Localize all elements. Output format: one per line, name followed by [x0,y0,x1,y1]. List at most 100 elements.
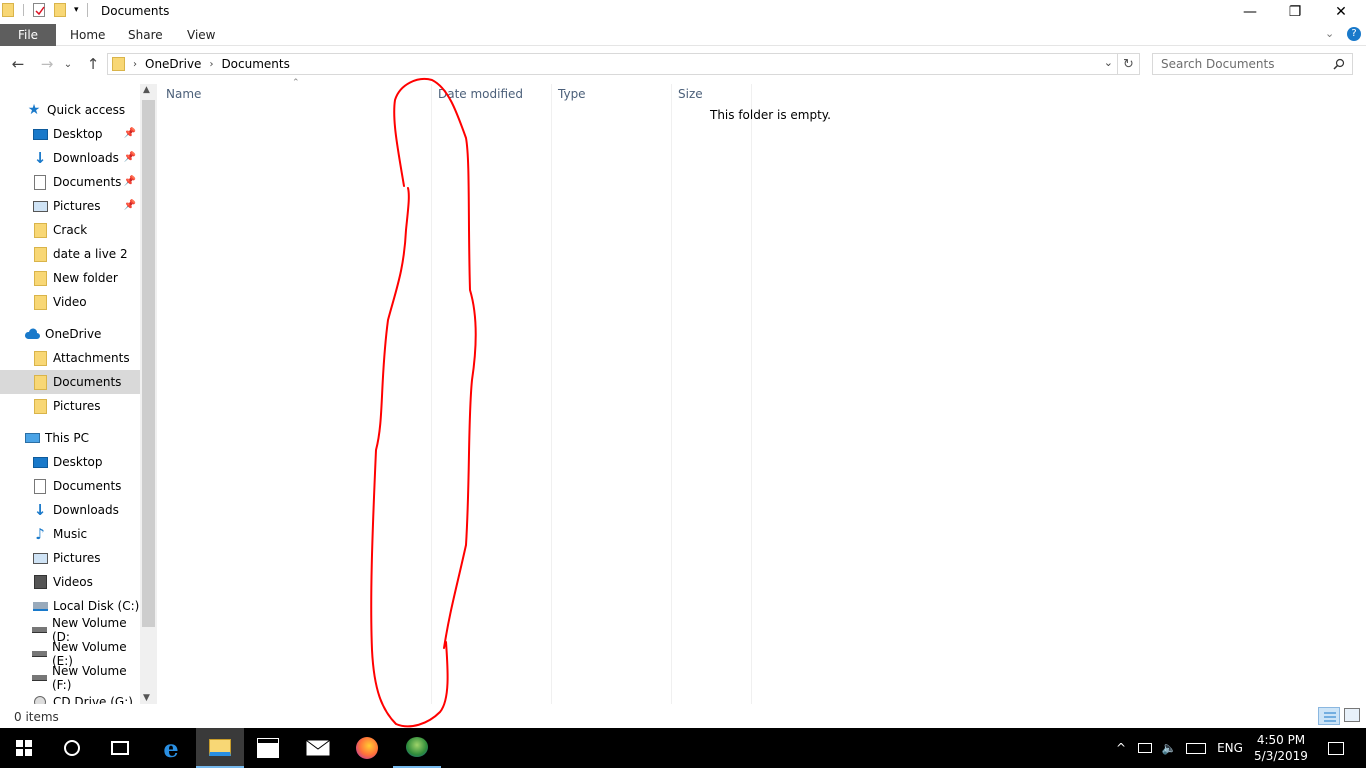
search-button[interactable] [48,728,96,768]
folder-icon[interactable] [2,3,14,17]
pin-icon[interactable]: 📌 [124,176,136,187]
folder-icon [32,222,48,238]
breadcrumb-onedrive[interactable]: OneDrive [145,57,201,71]
tab-home[interactable]: Home [70,24,105,46]
column-divider[interactable] [751,84,752,704]
breadcrumb-documents[interactable]: Documents [221,57,289,71]
taskbar-firefox[interactable] [343,728,391,768]
details-view-button[interactable] [1318,707,1340,725]
up-button[interactable]: ↑ [82,54,104,74]
pin-icon[interactable]: 📌 [124,128,136,139]
folder-icon [32,294,48,310]
chevron-right-icon[interactable]: › [133,59,137,70]
nav-this-pc[interactable]: This PC [0,426,140,450]
taskbar-file-explorer[interactable] [196,728,244,768]
nav-cd-drive-g[interactable]: CD Drive (G:) [0,690,140,704]
nav-new-volume-e[interactable]: New Volume (E:) [0,640,140,668]
recent-locations-button[interactable]: ⌄ [61,54,75,74]
column-header-type[interactable]: Type [558,84,586,104]
nav-video[interactable]: Video [0,290,140,314]
tab-view[interactable]: View [187,24,215,46]
taskbar-edge[interactable]: e [147,728,195,768]
action-center-icon[interactable] [1320,728,1352,768]
window-title: Documents [101,4,170,18]
nav-onedrive[interactable]: OneDrive [0,322,140,346]
volume-icon[interactable]: 🔈 [1158,728,1180,768]
firefox-icon [356,737,378,759]
task-view-button[interactable] [96,728,144,768]
nav-quick-access[interactable]: ★ Quick access [0,98,140,122]
taskbar-store[interactable] [244,728,292,768]
forward-button[interactable]: → [36,54,58,74]
nav-date-a-live-2[interactable]: date a live 2 [0,242,140,266]
nav-onedrive-pictures[interactable]: Pictures [0,394,140,418]
tab-file[interactable]: File [0,24,56,46]
input-language-indicator[interactable]: ENG [1212,728,1248,768]
help-icon[interactable]: ? [1347,27,1361,41]
file-list[interactable]: ⌃ Name Date modified Type Size This fold… [157,78,1366,704]
show-hidden-icons-button[interactable]: ^ [1110,728,1132,768]
download-manager-icon [406,737,428,757]
network-icon[interactable] [1134,728,1156,768]
column-divider[interactable] [431,84,432,704]
taskbar-idm[interactable] [393,728,441,768]
expand-ribbon-icon[interactable]: ⌄ [1325,27,1334,40]
column-divider[interactable] [671,84,672,704]
nav-attachments[interactable]: Attachments [0,346,140,370]
touch-keyboard-icon[interactable] [1184,728,1208,768]
refresh-button[interactable]: ↻ [1118,53,1140,75]
nav-local-disk-c[interactable]: Local Disk (C:) [0,594,140,618]
maximize-button[interactable]: ❐ [1272,0,1318,24]
nav-new-volume-d[interactable]: New Volume (D: [0,616,140,644]
nav-documents-pinned[interactable]: Documents 📌 [0,170,140,194]
pin-icon[interactable]: 📌 [124,200,136,211]
nav-crack[interactable]: Crack [0,218,140,242]
chevron-right-icon[interactable]: › [209,59,213,70]
customize-qat-icon[interactable]: ▾ [74,5,79,15]
nav-new-folder[interactable]: New folder [0,266,140,290]
large-icons-view-button[interactable] [1344,708,1360,722]
nav-onedrive-documents[interactable]: Documents [0,370,140,394]
clock[interactable]: 4:50 PM 5/3/2019 [1252,732,1310,764]
nav-desktop-pinned[interactable]: Desktop 📌 [0,122,140,146]
column-divider[interactable] [551,84,552,704]
start-button[interactable] [0,728,48,768]
scroll-up-icon[interactable]: ▲ [143,85,150,95]
address-bar[interactable]: › OneDrive › Documents ⌄ [107,53,1118,75]
scroll-down-icon[interactable]: ▼ [143,693,150,703]
search-input[interactable] [1161,55,1331,73]
minimize-button[interactable]: — [1227,0,1273,24]
nav-pc-desktop[interactable]: Desktop [0,450,140,474]
nav-pictures-pinned[interactable]: Pictures 📌 [0,194,140,218]
address-dropdown-icon[interactable]: ⌄ [1104,56,1113,69]
quick-access-toolbar: ▾ [2,3,88,17]
nav-pc-videos[interactable]: Videos [0,570,140,594]
clock-date: 5/3/2019 [1254,749,1308,763]
properties-icon[interactable] [33,3,45,17]
nav-new-volume-f[interactable]: New Volume (F:) [0,664,140,692]
column-header-name[interactable]: Name [166,84,201,104]
drive-icon [32,622,47,638]
taskbar: e ^ 🔈 ENG 4:50 PM 5/3/2019 [0,728,1366,768]
nav-pc-downloads[interactable]: ↓ Downloads [0,498,140,522]
edge-icon: e [163,733,179,763]
nav-pc-music[interactable]: ♪ Music [0,522,140,546]
mail-icon [306,740,330,756]
sort-ascending-icon: ⌃ [292,78,300,88]
search-icon[interactable] [1333,58,1345,70]
new-folder-icon[interactable] [54,3,66,17]
column-header-size[interactable]: Size [678,84,703,104]
nav-scrollbar-thumb[interactable] [142,100,155,627]
nav-pc-documents[interactable]: Documents [0,474,140,498]
close-button[interactable]: ✕ [1318,0,1364,24]
nav-downloads-pinned[interactable]: ↓ Downloads 📌 [0,146,140,170]
drive-icon [32,670,47,686]
nav-pc-pictures[interactable]: Pictures [0,546,140,570]
drive-icon [32,646,47,662]
cortana-circle-icon [64,740,80,756]
back-button[interactable]: ← [7,54,29,74]
taskbar-mail[interactable] [294,728,342,768]
column-header-date-modified[interactable]: Date modified [438,84,523,104]
tab-share[interactable]: Share [128,24,163,46]
pin-icon[interactable]: 📌 [124,152,136,163]
